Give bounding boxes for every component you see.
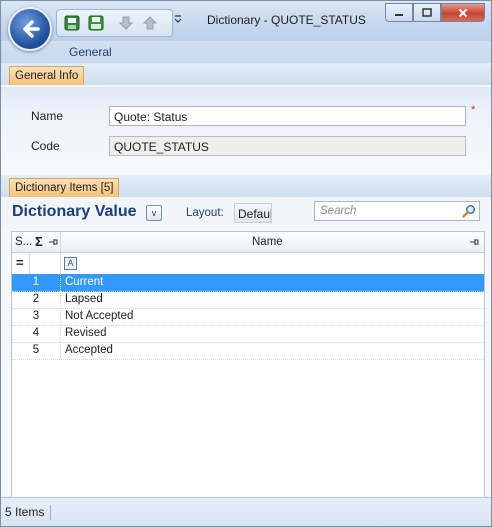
table-row[interactable]: 2 Lapsed: [12, 291, 484, 309]
code-label: Code: [31, 139, 60, 153]
save-button[interactable]: [87, 14, 105, 32]
maximize-button[interactable]: [413, 3, 441, 22]
arrow-up-icon: [142, 16, 158, 30]
table-row[interactable]: 5 Accepted: [12, 342, 484, 360]
move-up-button[interactable]: [141, 14, 159, 32]
window-controls: [385, 3, 485, 22]
window-title: Dictionary - QUOTE_STATUS: [207, 13, 366, 27]
filter-divider: [29, 253, 30, 274]
filter-row: = A: [12, 253, 484, 275]
row-number: 5: [12, 342, 61, 359]
search-placeholder: Search: [320, 205, 357, 217]
general-info-header: General Info: [1, 63, 491, 85]
title-bar: Dictionary - QUOTE_STATUS: [1, 1, 491, 51]
back-button[interactable]: [8, 7, 52, 51]
search-icon[interactable]: [462, 204, 476, 218]
sum-icon[interactable]: Σ: [35, 232, 43, 252]
dictionary-window: Dictionary - QUOTE_STATUS General Genera…: [0, 0, 492, 527]
move-down-button[interactable]: [117, 14, 135, 32]
row-number: 4: [12, 325, 61, 342]
layout-label: Layout:: [186, 207, 224, 219]
maximize-icon: [422, 7, 432, 17]
row-number: 2: [12, 291, 61, 308]
code-field: QUOTE_STATUS: [109, 136, 466, 156]
name-label: Name: [31, 109, 64, 123]
status-bar: 5 Items: [1, 497, 491, 526]
filter-divider: [60, 253, 61, 274]
arrow-down-icon: [118, 16, 134, 30]
minimize-icon: [395, 13, 403, 16]
customize-toolbar-dropdown[interactable]: [174, 15, 182, 25]
table-row[interactable]: 4 Revised: [12, 325, 484, 343]
ribbon-tab-strip: General: [1, 41, 491, 63]
required-marker: *: [471, 104, 476, 116]
dictionary-items-header: Dictionary Items [5]: [1, 175, 491, 197]
table-row[interactable]: 3 Not Accepted: [12, 308, 484, 326]
pin-icon[interactable]: [48, 238, 58, 246]
dictionary-grid: S... Σ Name = A 1 Current 2 Lapsed 3 Not Acce…: [11, 231, 485, 498]
search-input[interactable]: Search: [314, 201, 480, 221]
row-number: 3: [12, 308, 61, 325]
item-count: 5 Items: [5, 505, 52, 520]
text-filter-icon[interactable]: A: [64, 257, 77, 270]
close-button[interactable]: [441, 3, 485, 22]
minimize-button[interactable]: [385, 3, 413, 22]
chevron-down-icon: [174, 15, 182, 23]
pin-icon[interactable]: [469, 238, 479, 246]
tab-general[interactable]: General: [69, 45, 112, 59]
table-row[interactable]: 1 Current: [12, 274, 484, 292]
save-close-button[interactable]: [63, 14, 81, 32]
view-menu-button[interactable]: v: [146, 205, 162, 221]
quick-access-toolbar: [56, 9, 173, 37]
list-toolbar: Dictionary Value v Layout: Default Searc…: [1, 197, 491, 229]
row-name: Revised: [65, 327, 107, 339]
grid-header: S... Σ Name: [12, 232, 484, 253]
close-icon: [458, 8, 468, 17]
filter-equals-icon[interactable]: =: [16, 255, 24, 270]
column-name-header[interactable]: Name: [252, 232, 283, 252]
column-sort-header[interactable]: S...: [15, 232, 32, 252]
back-arrow-icon: [23, 20, 40, 38]
row-number: 1: [12, 274, 61, 291]
save-icon: [88, 15, 104, 31]
row-name: Not Accepted: [65, 310, 134, 322]
list-title: Dictionary Value: [12, 203, 137, 220]
layout-selector[interactable]: Default: [234, 203, 272, 223]
save-close-icon: [64, 15, 80, 31]
row-name: Current: [65, 276, 104, 288]
name-field[interactable]: Quote: Status: [109, 106, 466, 126]
general-info-panel: [1, 87, 491, 175]
row-name: Accepted: [65, 344, 113, 356]
row-name: Lapsed: [65, 293, 103, 305]
dictionary-items-tab[interactable]: Dictionary Items [5]: [9, 178, 120, 197]
general-info-tab[interactable]: General Info: [9, 66, 85, 85]
column-divider: [60, 232, 61, 252]
